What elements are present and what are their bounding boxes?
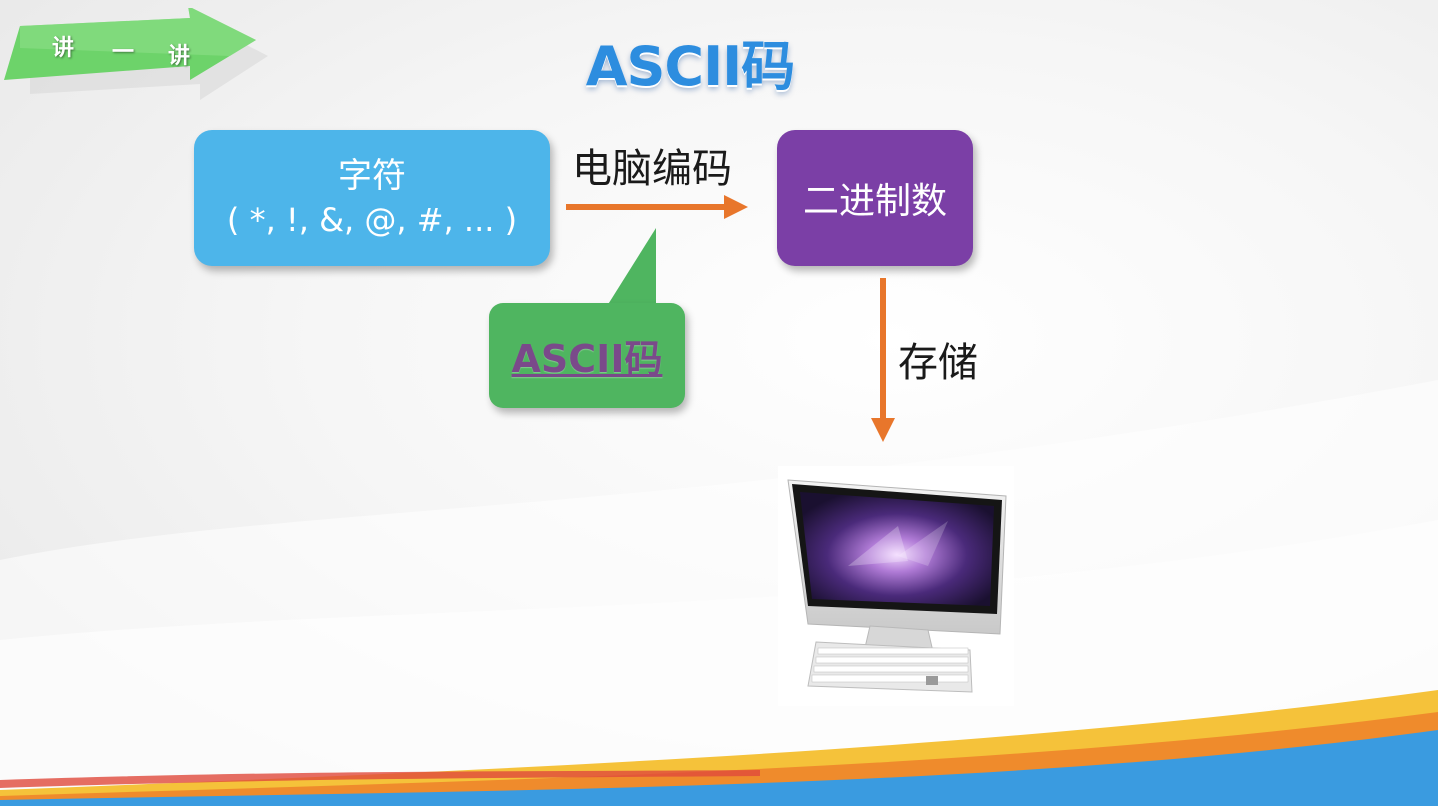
source-box-title: 字符 — [338, 156, 406, 196]
banner-char-3: 讲 — [168, 44, 191, 69]
encode-label: 电脑编码 — [572, 146, 732, 192]
callout-box: ASCII码 — [489, 303, 685, 408]
store-arrow — [871, 278, 895, 442]
banner-char-1: 讲 — [52, 36, 75, 61]
source-box-characters: 字符 ( *, !, &, @, #, ... ) — [194, 130, 550, 266]
background-swoosh — [0, 380, 1438, 806]
banner-arrow — [4, 8, 268, 100]
computer-icon — [778, 466, 1014, 706]
banner-char-2: 一 — [112, 40, 135, 65]
encode-arrow — [566, 195, 748, 219]
source-box-examples: ( *, !, &, @, #, ... ) — [226, 201, 518, 239]
target-box-binary: 二进制数 — [777, 130, 973, 266]
page-title: ASCII码 — [585, 35, 796, 98]
callout-ascii-link[interactable]: ASCII码 — [512, 328, 663, 383]
store-label: 存储 — [898, 340, 978, 386]
